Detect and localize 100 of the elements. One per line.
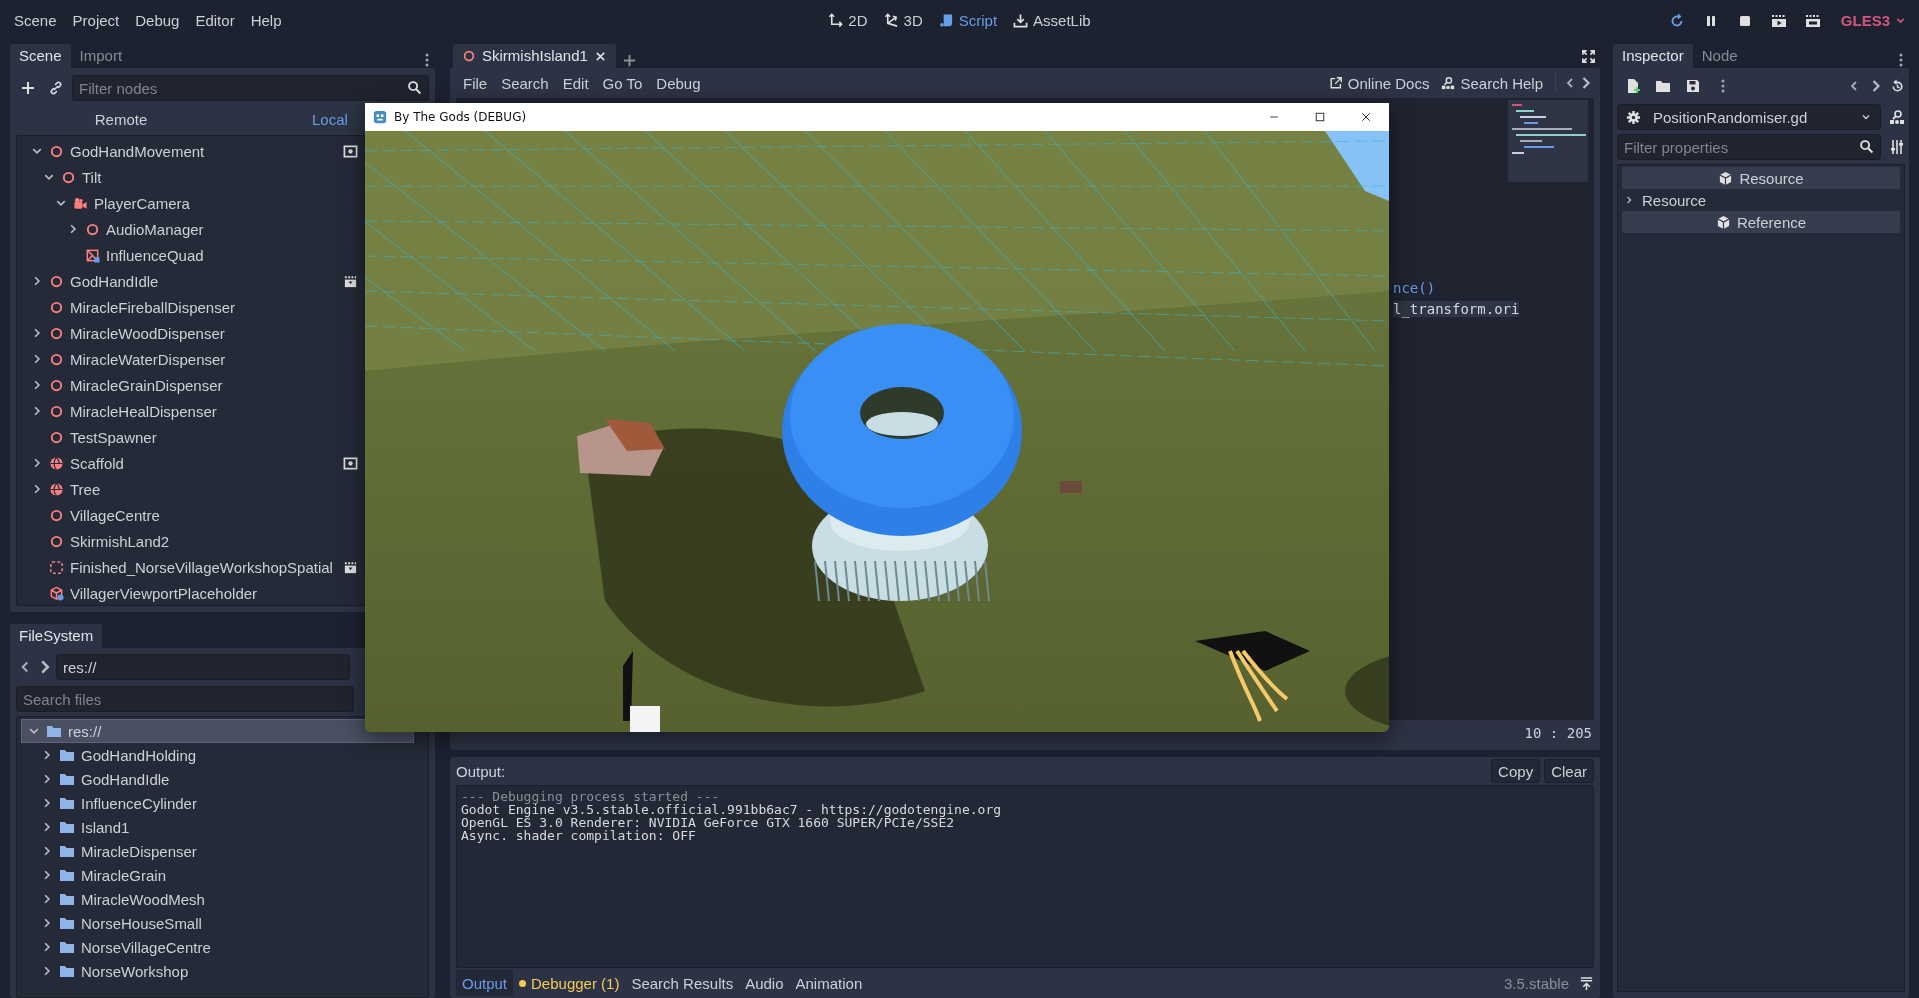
dock-tab[interactable]: Inspector: [1613, 44, 1693, 68]
node-label[interactable]: VillagerViewportPlaceholder: [70, 584, 258, 602]
bottom-panel-tab[interactable]: Debugger (1): [513, 970, 626, 996]
menu-item[interactable]: Scene: [6, 7, 65, 34]
workspace-tab[interactable]: AssetLib: [1007, 7, 1097, 34]
node-label[interactable]: GodHandIdle: [70, 272, 159, 290]
fullscreen-icon[interactable]: [1581, 49, 1596, 64]
dock-tab[interactable]: Node: [1692, 44, 1747, 68]
folder-icon: [59, 747, 75, 763]
menu-item[interactable]: Project: [64, 7, 128, 34]
add-node-icon: [20, 80, 36, 96]
bottom-panel-tab[interactable]: Audio: [739, 970, 790, 996]
node-label[interactable]: MiracleGrainDispenser: [70, 376, 223, 394]
node-label[interactable]: MiracleFireballDispenser: [70, 298, 236, 316]
node-label[interactable]: MiracleWaterDispenser: [70, 350, 226, 368]
link-icon: [48, 80, 64, 96]
bottom-panel-tab[interactable]: Output: [456, 970, 514, 996]
file-tab[interactable]: SkirmishIsland1: [453, 44, 616, 68]
menu-item[interactable]: File: [456, 70, 495, 96]
workspace-tab[interactable]: Script: [932, 7, 1004, 34]
script-icon: [938, 13, 954, 28]
play-scene-icon: [1770, 12, 1787, 29]
search-field[interactable]: Search files: [16, 686, 354, 712]
3d-axes-icon: [883, 13, 899, 28]
menu-item[interactable]: Editor: [187, 7, 243, 34]
folder-item[interactable]: GodHandHolding: [21, 743, 205, 767]
view-mode-tab[interactable]: Remote: [16, 106, 226, 132]
view-mode-tab[interactable]: Local: [306, 106, 354, 132]
folder-icon: [59, 795, 75, 811]
history-icon[interactable]: [1890, 78, 1905, 94]
log-line: Godot Engine v3.5.stable.official.991bb6ac7 - https://godotengine.org: [461, 803, 1003, 816]
menu-item[interactable]: Debug: [649, 70, 708, 96]
node-label[interactable]: SkirmishLand2: [70, 532, 170, 550]
doc-search-icon[interactable]: [1889, 109, 1905, 125]
open-folder-icon: [1655, 78, 1671, 94]
panel-title: Output:: [456, 762, 506, 780]
node-label[interactable]: GodHandMovement: [70, 142, 205, 160]
output-action-button[interactable]: Copy: [1491, 759, 1541, 783]
circle-icon: [49, 351, 64, 367]
node-label[interactable]: Tree: [70, 480, 101, 498]
menu-item[interactable]: Debug: [127, 7, 188, 34]
filter-field[interactable]: Filter nodes: [72, 75, 429, 101]
node-label[interactable]: TestSpawner: [70, 428, 157, 446]
expand-panel-icon[interactable]: [1579, 975, 1594, 991]
bottom-panel-tab[interactable]: Search Results: [625, 970, 740, 996]
path-field[interactable]: res://: [56, 654, 350, 680]
resource-dropdown[interactable]: PositionRandomiser.gd: [1617, 104, 1881, 130]
2d-axes-icon: [828, 13, 844, 28]
folder-item[interactable]: res://: [21, 719, 414, 743]
filter-field[interactable]: Filter properties: [1617, 134, 1881, 160]
renderer-dropdown[interactable]: GLES3: [1834, 7, 1913, 34]
folder-item[interactable]: MiracleWoodMesh: [21, 887, 213, 911]
folder-item[interactable]: InfluenceCylinder: [21, 791, 205, 815]
folder-item[interactable]: Island1: [21, 815, 138, 839]
folder-icon: [59, 771, 75, 787]
output-action-button[interactable]: Clear: [1544, 759, 1594, 783]
cursor-position: 10 : 205: [1524, 725, 1592, 741]
help-link[interactable]: Online Docs: [1322, 70, 1436, 96]
folder-item[interactable]: MiracleGrain: [21, 863, 175, 887]
external-link-icon: [1328, 76, 1343, 90]
cube-icon: [49, 585, 64, 601]
folder-item[interactable]: MiracleDispenser: [21, 839, 205, 863]
play-custom-scene-icon: [1804, 12, 1821, 29]
node-label[interactable]: PlayerCamera: [94, 194, 190, 212]
folder-icon: [59, 915, 75, 931]
close-icon[interactable]: [593, 49, 607, 63]
folder-icon: [59, 891, 75, 907]
property-filter-icon[interactable]: [1889, 139, 1905, 155]
add-tab-icon[interactable]: [621, 53, 637, 68]
workspace-tab[interactable]: 2D: [822, 7, 874, 34]
dock-tab[interactable]: Scene: [10, 44, 71, 68]
folder-item[interactable]: NorseHouseSmall: [21, 911, 210, 935]
folder-icon: [59, 843, 75, 859]
node-label[interactable]: VillageCentre: [70, 506, 160, 524]
menu-item[interactable]: Go To: [595, 70, 650, 96]
circle-icon: [61, 169, 76, 185]
workspace-tab[interactable]: 3D: [877, 7, 929, 34]
bottom-panel-tab[interactable]: Animation: [789, 970, 869, 996]
dock-tab[interactable]: FileSystem: [10, 624, 103, 648]
clapperboard-icon[interactable]: [343, 559, 358, 575]
folder-item[interactable]: GodHandIdle: [21, 767, 178, 791]
node-label[interactable]: Finished_NorseVillageWorkshopSpatial: [70, 558, 333, 576]
node-label[interactable]: MiracleWoodDispenser: [70, 324, 225, 342]
node-label[interactable]: MiracleHealDispenser: [70, 402, 217, 420]
dock-tab[interactable]: Import: [70, 44, 132, 68]
node-label[interactable]: InfluenceQuad: [106, 246, 204, 264]
close-icon: [1360, 111, 1372, 123]
menu-item[interactable]: Help: [242, 7, 290, 34]
menu-item[interactable]: Edit: [555, 70, 596, 96]
folder-item[interactable]: NorseWorkshop: [21, 959, 197, 983]
circle-icon: [85, 221, 100, 237]
gear-icon: [1626, 109, 1641, 125]
node-label[interactable]: AudioManager: [106, 220, 204, 238]
clapperboard-icon[interactable]: [343, 273, 358, 289]
node-label[interactable]: Scaffold: [70, 454, 124, 472]
folder-item[interactable]: NorseVillageCentre: [21, 935, 219, 959]
node-label[interactable]: Tilt: [82, 168, 102, 186]
help-link[interactable]: Search Help: [1435, 70, 1549, 96]
menu-item[interactable]: Search: [494, 70, 556, 96]
property-group[interactable]: Resource: [1622, 189, 1900, 211]
